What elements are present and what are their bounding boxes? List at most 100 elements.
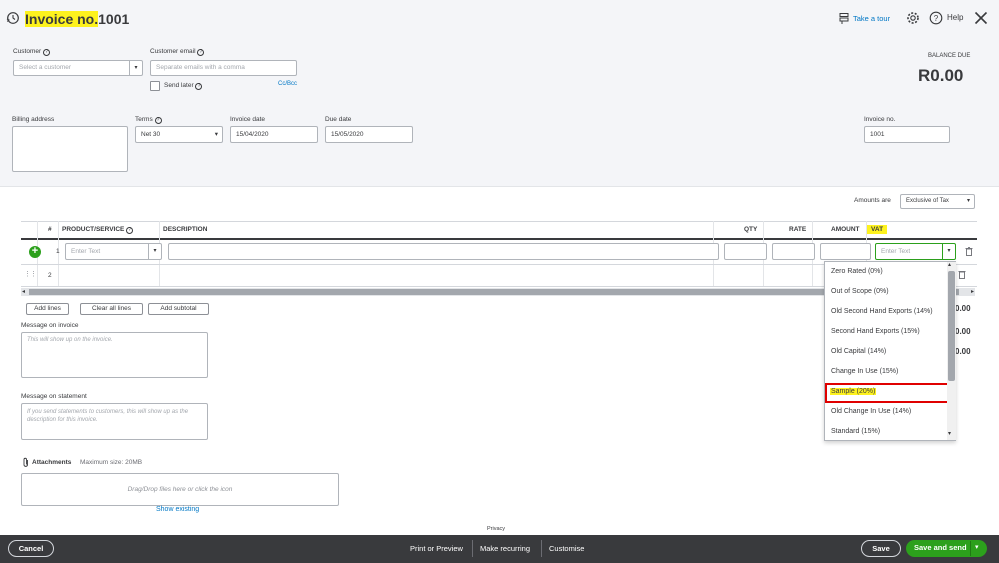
col-amount: AMOUNT — [831, 226, 860, 233]
help-label[interactable]: Help — [947, 13, 963, 22]
vat-option[interactable]: Second Hand Exports (15%) — [831, 328, 920, 335]
col-qty: QTY — [744, 226, 758, 233]
save-button[interactable]: Save — [861, 540, 901, 557]
svg-text:?: ? — [934, 14, 939, 23]
message-invoice-textarea[interactable]: This will show up on the invoice. — [21, 332, 208, 378]
scroll-left-icon[interactable]: ◂ — [22, 288, 25, 295]
save-and-send-button[interactable]: Save and send ▾ — [906, 540, 987, 557]
amount-input[interactable] — [820, 243, 871, 260]
table-header-border — [21, 238, 977, 240]
trash-icon[interactable] — [958, 270, 966, 279]
chevron-down-icon[interactable]: ▾ — [975, 543, 979, 551]
product-info-icon: ? — [126, 227, 134, 234]
footer-divider — [541, 540, 542, 557]
dropdown-scroll-thumb[interactable] — [948, 271, 955, 381]
terms-info-icon: ? — [154, 117, 162, 124]
vat-option[interactable]: Old Capital (14%) — [831, 348, 886, 355]
due-date-label: Due date — [325, 116, 352, 123]
vat-option[interactable]: Old Second Hand Exports (14%) — [831, 308, 933, 315]
vat-select[interactable]: Enter Text ▾ — [875, 243, 956, 260]
amounts-are-label: Amounts are — [854, 197, 891, 204]
gear-icon[interactable] — [906, 11, 920, 25]
vat-total-value: 0.00 — [955, 327, 971, 336]
balance-due-label: BALANCE DUE — [928, 53, 971, 59]
billing-address-label: Billing address — [12, 116, 55, 123]
take-tour-link[interactable]: Take a tour — [853, 14, 890, 23]
recent-transactions-icon[interactable] — [6, 11, 20, 25]
vat-option[interactable]: Old Change In Use (14%) — [831, 408, 911, 415]
message-statement-textarea[interactable]: If you send statements to customers, thi… — [21, 403, 208, 440]
title-prefix: Invoice no. — [25, 11, 99, 27]
vat-option-selected[interactable]: Sample (20%) — [830, 388, 877, 395]
add-subtotal-button[interactable]: Add subtotal — [148, 303, 209, 315]
attachment-dropzone[interactable]: Drag/Drop files here or click the icon — [21, 473, 339, 506]
clear-all-lines-button[interactable]: Clear all lines — [80, 303, 143, 315]
close-icon[interactable] — [974, 11, 988, 25]
vat-option[interactable]: Out of Scope (0%) — [831, 288, 889, 295]
col-description: DESCRIPTION — [163, 226, 208, 233]
invoice-no-input[interactable]: 1001 — [864, 126, 950, 143]
col-rate: RATE — [789, 226, 807, 233]
vat-option[interactable]: Standard (15%) — [831, 428, 880, 435]
add-lines-button[interactable]: Add lines — [26, 303, 69, 315]
customise-button[interactable]: Customise — [549, 544, 584, 553]
terms-label: Terms ? — [135, 116, 162, 124]
print-preview-button[interactable]: Print or Preview — [410, 544, 463, 553]
chevron-down-icon: ▾ — [966, 198, 970, 204]
total-value: 0.00 — [955, 347, 971, 356]
terms-select[interactable]: Net 30 ▾ — [135, 126, 223, 143]
chevron-down-icon: ▾ — [214, 131, 218, 138]
customer-info-icon: ? — [43, 49, 50, 56]
invoice-date-label: Invoice date — [230, 116, 266, 123]
balance-due-value: R0.00 — [918, 66, 964, 85]
col-product: PRODUCT/SERVICE ? — [62, 226, 134, 234]
billing-address-textarea[interactable] — [12, 126, 128, 172]
table-top-border — [21, 221, 977, 222]
customer-email-input[interactable]: Separate emails with a comma — [150, 60, 297, 76]
cancel-button[interactable]: Cancel — [8, 540, 54, 557]
email-info-icon: ? — [197, 49, 205, 56]
qty-input[interactable] — [724, 243, 767, 260]
privacy-link[interactable]: Privacy — [487, 526, 505, 532]
attachments-max-size: Maximum size: 20MB — [80, 459, 143, 466]
help-icon[interactable]: ? — [929, 11, 943, 25]
col-num: # — [48, 226, 52, 233]
rate-input[interactable] — [772, 243, 815, 260]
customer-select[interactable]: Select a customer ▾ — [13, 60, 143, 76]
paperclip-icon — [23, 457, 28, 467]
send-later-checkbox[interactable] — [150, 81, 160, 91]
drag-handle-icon[interactable]: ⋮⋮ — [24, 270, 37, 278]
row-number: 2 — [48, 272, 52, 279]
make-recurring-button[interactable]: Make recurring — [480, 544, 530, 553]
page-title: Invoice no.1001 — [25, 11, 129, 27]
scroll-up-icon[interactable]: ▴ — [948, 261, 951, 268]
vat-option[interactable]: Change In Use (15%) — [831, 368, 898, 375]
show-existing-link[interactable]: Show existing — [156, 506, 199, 513]
customer-label: Customer ? — [13, 48, 50, 56]
dropdown-scrollbar[interactable]: ▴ ▾ — [947, 262, 956, 440]
trash-icon[interactable] — [965, 247, 973, 256]
amounts-are-select[interactable]: Exclusive of Tax ▾ — [900, 194, 975, 209]
row-number: 1 — [56, 248, 60, 255]
chevron-down-icon: ▾ — [148, 244, 161, 259]
send-later-info-icon: ? — [195, 83, 203, 90]
invoice-header — [0, 0, 999, 187]
chevron-down-icon: ▾ — [129, 61, 142, 75]
scrollbar-thumb[interactable] — [29, 289, 959, 295]
due-date-input[interactable]: 15/05/2020 — [325, 126, 413, 143]
description-input[interactable] — [168, 243, 719, 260]
scroll-right-icon[interactable]: ▸ — [971, 288, 974, 295]
customer-email-label: Customer email ? — [150, 48, 205, 56]
split-divider — [970, 541, 971, 556]
message-invoice-label: Message on invoice — [21, 322, 79, 329]
scroll-down-icon[interactable]: ▾ — [948, 430, 951, 437]
signpost-icon[interactable] — [838, 12, 850, 24]
vat-option[interactable]: Zero Rated (0%) — [831, 268, 883, 275]
save-and-send-label: Save and send — [914, 543, 967, 552]
attachments-label: Attachments — [32, 459, 72, 466]
cc-bcc-link[interactable]: Cc/Bcc — [278, 81, 297, 87]
add-row-icon[interactable]: + — [29, 246, 41, 258]
invoice-date-input[interactable]: 15/04/2020 — [230, 126, 318, 143]
footer-divider — [472, 540, 473, 557]
product-service-select[interactable]: Enter Text ▾ — [65, 243, 162, 260]
